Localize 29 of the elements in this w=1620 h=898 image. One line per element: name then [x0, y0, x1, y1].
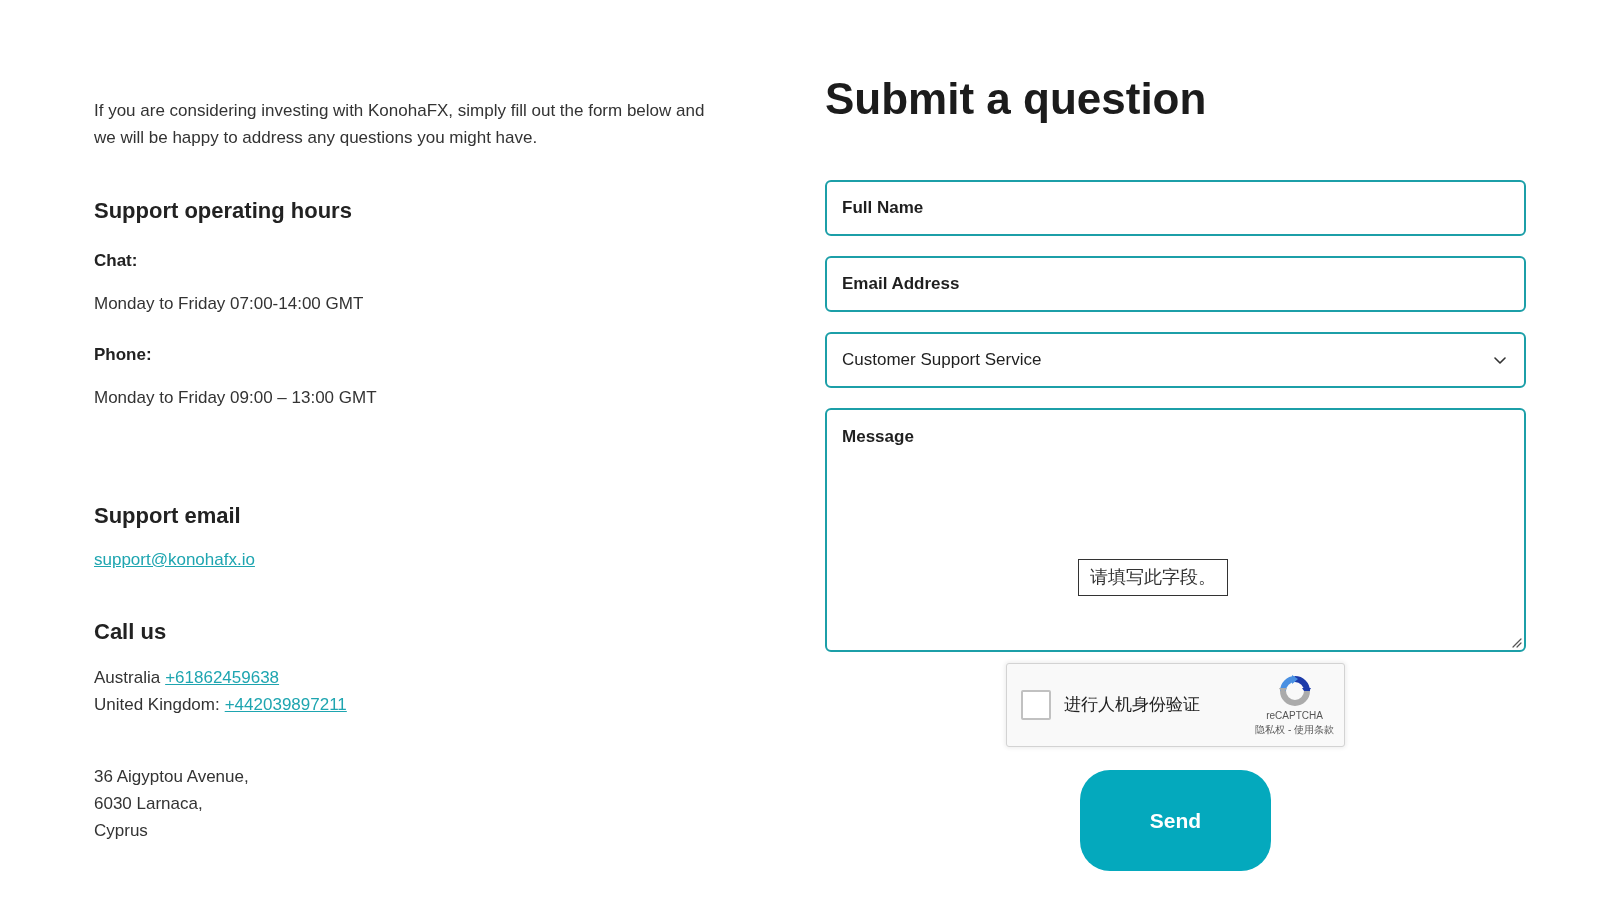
intro-paragraph: If you are considering investing with KonohaFX, simply fill out the form below and we will be happy to address any questions you might have.: [94, 100, 706, 149]
address-line: 36 Aigyptou Avenue,: [94, 766, 249, 788]
phone-link[interactable]: +61862459638: [165, 664, 280, 691]
hours-text: Monday to Friday 07:00-14:00 GMT: [94, 293, 364, 315]
validation-tooltip: 请填写此字段。: [1078, 559, 1228, 596]
form-title: Submit a question: [825, 73, 1208, 125]
section-heading: Support email: [94, 502, 241, 530]
text-input-field[interactable]: Email Address: [825, 256, 1526, 312]
hours-label: Phone:: [94, 344, 152, 366]
captcha-checkbox[interactable]: [1021, 690, 1051, 720]
email-link[interactable]: support@konohafx.io: [94, 547, 255, 573]
resize-grip-icon[interactable]: [1512, 638, 1522, 648]
recaptcha-logo-icon: [1277, 674, 1312, 708]
text-input-field[interactable]: Full Name: [825, 180, 1526, 236]
chevron-down-icon: [1494, 356, 1506, 364]
terms-link[interactable]: 隐私权 - 使用条款: [1255, 724, 1334, 736]
send-button[interactable]: Send: [1080, 770, 1271, 871]
country-label: United Kingdom:: [94, 694, 220, 716]
captcha-label: 进行人机身份验证: [1064, 694, 1200, 717]
address-line: 6030 Larnaca,: [94, 793, 203, 815]
dropdown-select[interactable]: Customer Support Service: [825, 332, 1526, 388]
section-heading: Support operating hours: [94, 197, 352, 225]
country-label: Australia: [94, 667, 161, 689]
phone-link[interactable]: +442039897211: [224, 691, 347, 718]
section-heading: Call us: [94, 618, 167, 646]
hours-label: Chat:: [94, 250, 138, 272]
hours-text: Monday to Friday 09:00 – 13:00 GMT: [94, 387, 377, 409]
recaptcha-brand-text: reCAPTCHA: [1266, 710, 1323, 722]
address-line: Cyprus: [94, 820, 148, 842]
